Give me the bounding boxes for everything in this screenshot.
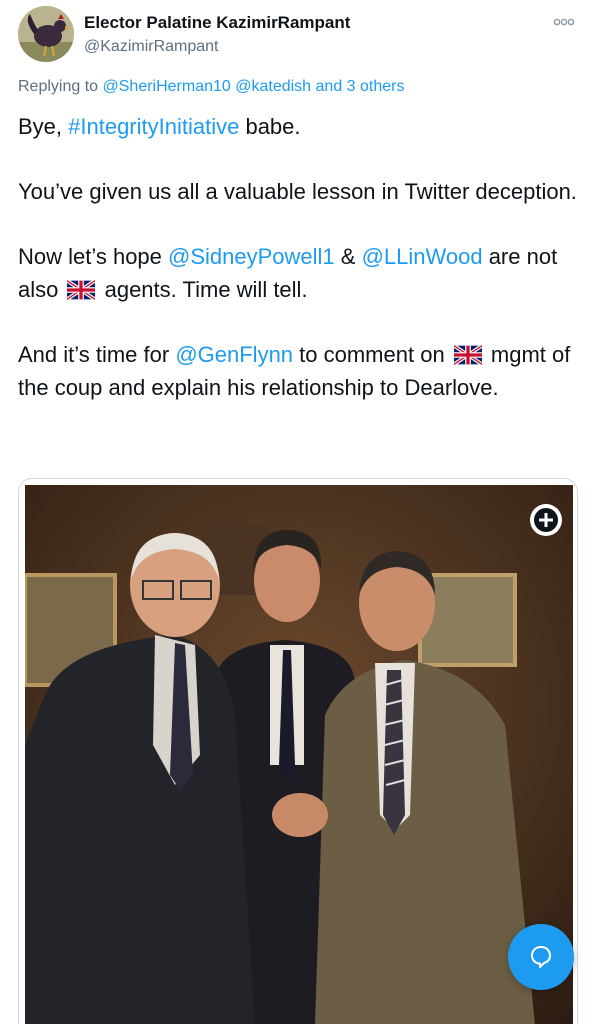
text-span: agents. Time will tell. [98, 277, 308, 302]
display-name[interactable]: Elector Palatine KazimirRampant [84, 12, 350, 34]
avatar[interactable] [18, 6, 74, 62]
compose-fab-button[interactable] [508, 924, 574, 990]
tweet-text: Bye, #IntegrityInitiative babe. You’ve g… [18, 110, 578, 436]
rooster-avatar-icon [18, 6, 74, 62]
replying-to: Replying to @SheriHerman10 @katedish and… [18, 78, 404, 96]
mention-link[interactable]: @GenFlynn [175, 342, 293, 367]
tweet-paragraph-1: Bye, #IntegrityInitiative babe. [18, 110, 578, 143]
text-span: Now let’s hope [18, 244, 169, 269]
more-options-icon[interactable] [552, 14, 576, 30]
tweet-header: Elector Palatine KazimirRampant @Kazimir… [18, 6, 578, 66]
text-span: Bye, [18, 114, 69, 139]
speech-bubble-icon [531, 946, 551, 968]
photo-three-men-handshake [25, 485, 573, 1024]
tweet-photo[interactable] [25, 485, 573, 1024]
tweet-paragraph-4: And it’s time for @GenFlynn to comment o… [18, 338, 578, 404]
hashtag-link[interactable]: #IntegrityInitiative [68, 114, 239, 139]
expand-plus-icon[interactable] [529, 503, 563, 537]
replying-to-others[interactable]: and 3 others [311, 78, 405, 95]
author-handle[interactable]: @KazimirRampant [84, 36, 350, 58]
tweet-paragraph-2: You’ve given us all a valuable lesson in… [18, 179, 577, 204]
text-span: to comment on [293, 342, 451, 367]
text-span: babe. [239, 114, 301, 139]
tweet-paragraph-3: Now let’s hope @SidneyPowell1 & @LLinWoo… [18, 240, 578, 306]
tweet-media[interactable] [18, 478, 578, 1024]
replying-to-prefix: Replying to [18, 78, 103, 95]
uk-flag-icon [453, 345, 482, 365]
mention-link[interactable]: @SidneyPowell1 [168, 244, 335, 269]
uk-flag-icon [67, 280, 96, 300]
text-span: & [334, 244, 362, 269]
author-names: Elector Palatine KazimirRampant @Kazimir… [84, 12, 350, 58]
text-span: And it’s time for [18, 342, 176, 367]
replying-to-users[interactable]: @SheriHerman10 @katedish [103, 78, 312, 95]
mention-link[interactable]: @LLinWood [362, 244, 483, 269]
